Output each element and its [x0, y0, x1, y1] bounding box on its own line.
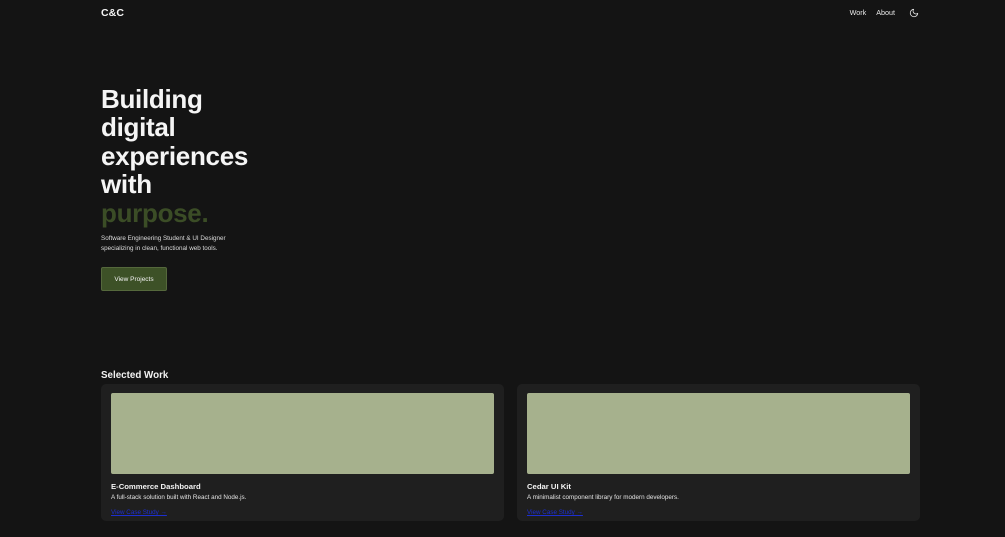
project-card[interactable]: Cedar UI Kit A minimalist component libr…: [517, 384, 920, 521]
project-description: A full-stack solution built with React a…: [111, 494, 247, 501]
site-header: C&C Work About: [101, 0, 920, 25]
hero-title-line: with: [101, 169, 152, 200]
project-title: Cedar UI Kit: [527, 482, 571, 491]
site-logo[interactable]: C&C: [101, 7, 124, 19]
theme-toggle-button[interactable]: [908, 7, 920, 19]
project-thumbnail[interactable]: [111, 393, 494, 474]
view-projects-button[interactable]: View Projects: [101, 267, 167, 292]
hero-title-line: experiences: [101, 140, 249, 171]
hero-title-accent: purpose.: [101, 197, 209, 228]
project-thumbnail[interactable]: [527, 393, 910, 474]
hero-title-line: Building: [101, 84, 203, 114]
case-study-link[interactable]: View Case Study →: [111, 509, 167, 516]
hero-title: Building digital experiences with purpos…: [101, 85, 301, 227]
moon-icon: [909, 8, 919, 17]
nav-link-work[interactable]: Work: [850, 8, 867, 17]
hero-subtitle-line: specializing in clean, functional web to…: [101, 245, 218, 253]
hero-section: Building digital experiences with purpos…: [101, 85, 301, 292]
nav-link-about[interactable]: About: [876, 8, 895, 17]
selected-work-heading: Selected Work: [101, 370, 169, 381]
hero-title-line: digital: [101, 112, 176, 143]
project-description: A minimalist component library for moder…: [527, 494, 679, 501]
main-nav: Work About: [850, 7, 920, 19]
project-card[interactable]: E-Commerce Dashboard A full-stack soluti…: [101, 384, 504, 521]
hero-subtitle: Software Engineering Student & UI Design…: [101, 234, 251, 254]
project-title: E-Commerce Dashboard: [111, 482, 201, 491]
portfolio-page: C&C Work About Building digital experien…: [0, 0, 1005, 537]
case-study-link[interactable]: View Case Study →: [527, 509, 583, 516]
hero-subtitle-line: Software Engineering Student & UI Design…: [101, 235, 226, 243]
